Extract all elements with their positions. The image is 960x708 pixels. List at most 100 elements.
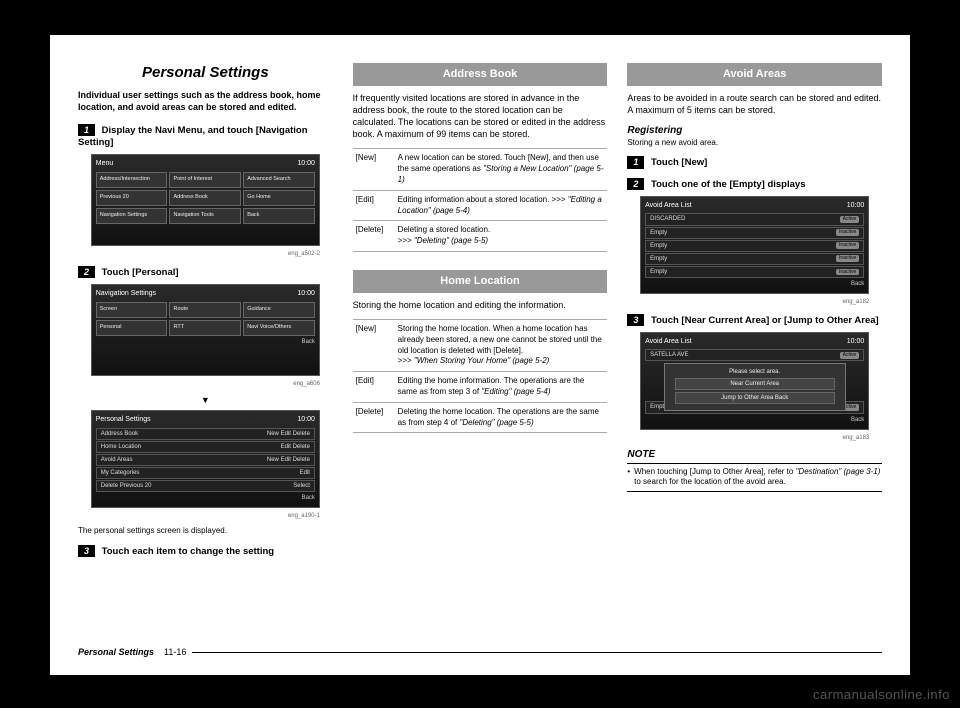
manual-page: Personal Settings Individual user settin…: [50, 35, 910, 675]
table-row: [Delete] Deleting a stored location.>>> …: [353, 221, 608, 252]
list-row: SATELLA AVEActive: [645, 349, 864, 361]
registering-head: Registering: [627, 124, 882, 138]
table-row: [New] A new location can be stored. Touc…: [353, 149, 608, 190]
caption: eng_a606: [78, 380, 320, 388]
page-footer: Personal Settings 11-16: [78, 647, 882, 657]
sh-time: 10:00: [847, 337, 865, 346]
avoid-step-3: 3 Touch [Near Current Area] or [Jump to …: [627, 314, 882, 328]
menu-item[interactable]: Advanced Search: [243, 172, 315, 188]
list-row[interactable]: EmptyInactive: [645, 240, 864, 252]
step-3-text: Touch each item to change the setting: [102, 546, 274, 557]
footer-rule: [192, 652, 882, 653]
step-num-1: 1: [627, 156, 644, 168]
screenshot-avoid-list: Avoid Area List 10:00 DISCARDEDActive Em…: [640, 196, 869, 294]
sh1-time: 10:00: [297, 159, 315, 168]
step-3: 3 Touch each item to change the setting: [78, 545, 333, 559]
back-button[interactable]: Back: [243, 208, 315, 224]
avoid-step2-text: Touch one of the [Empty] displays: [651, 179, 805, 190]
back-button[interactable]: Back: [645, 416, 864, 424]
menu-item[interactable]: Previous 20: [96, 190, 168, 206]
list-row[interactable]: Address BookNew Edit Delete: [96, 428, 315, 440]
def-key: [Delete]: [353, 221, 395, 252]
menu-item[interactable]: Point of Interest: [169, 172, 241, 188]
menu-item[interactable]: Navi Voice/Others: [243, 320, 315, 336]
menu-item[interactable]: Screen: [96, 302, 168, 318]
footer-title: Personal Settings: [78, 647, 154, 657]
back-button[interactable]: Back: [645, 280, 864, 288]
intro-text: Individual user settings such as the add…: [78, 89, 333, 113]
section-address-book: Address Book: [353, 63, 608, 86]
menu-item[interactable]: Personal: [96, 320, 168, 336]
def-key: [Edit]: [353, 372, 395, 403]
popup-head: Please select area.: [729, 369, 780, 375]
def-key: [Delete]: [353, 402, 395, 433]
screenshot-nav-settings: Navigation Settings 10:00 Screen Route G…: [91, 284, 320, 376]
menu-item[interactable]: Address/Intersection: [96, 172, 168, 188]
section-avoid-areas: Avoid Areas: [627, 63, 882, 86]
menu-item[interactable]: Navigation Tools: [169, 208, 241, 224]
def-key: [New]: [353, 149, 395, 190]
note-heading: NOTE: [627, 448, 882, 464]
def-val: Editing information about a stored locat…: [395, 190, 608, 221]
list-row[interactable]: EmptyInactive: [645, 253, 864, 265]
list-row[interactable]: EmptyInactive: [645, 266, 864, 278]
column-1: Personal Settings Individual user settin…: [78, 63, 333, 623]
step-2-text: Touch [Personal]: [102, 267, 179, 278]
list-row[interactable]: Avoid AreasNew Edit Delete: [96, 454, 315, 466]
sh-title: Avoid Area List: [645, 337, 692, 346]
back-button[interactable]: Back: [96, 494, 315, 502]
watermark: carmanualsonline.info: [813, 687, 950, 702]
avoid-areas-body: Areas to be avoided in a route search ca…: [627, 92, 882, 116]
back-button[interactable]: Back: [96, 338, 315, 346]
list-row[interactable]: Delete Previous 20Select: [96, 480, 315, 492]
menu-item[interactable]: Route: [169, 302, 241, 318]
arrow-down-icon: ▼: [78, 394, 333, 406]
columns: Personal Settings Individual user settin…: [78, 63, 882, 623]
screenshot-navi-menu: Menu 10:00 Address/Intersection Point of…: [91, 154, 320, 246]
list-row[interactable]: My CategoriesEdit: [96, 467, 315, 479]
menu-item[interactable]: Guidance: [243, 302, 315, 318]
note-body: When touching [Jump to Other Area], refe…: [627, 464, 882, 493]
column-3: Avoid Areas Areas to be avoided in a rou…: [627, 63, 882, 623]
avoid-step-1: 1 Touch [New]: [627, 156, 882, 170]
step-num-3: 3: [78, 545, 95, 557]
avoid-step1-text: Touch [New]: [651, 157, 707, 168]
screenshot-note: The personal settings screen is displaye…: [78, 526, 333, 537]
table-row: [Edit] Editing the home information. The…: [353, 372, 608, 403]
popup-option[interactable]: Near Current Area: [675, 378, 835, 390]
table-row: [New] Storing the home location. When a …: [353, 319, 608, 371]
popup-option[interactable]: Jump to Other Area Back: [675, 392, 835, 404]
def-val: Storing the home location. When a home l…: [395, 319, 608, 371]
address-book-table: [New] A new location can be stored. Touc…: [353, 148, 608, 252]
sh3-time: 10:00: [297, 415, 315, 424]
caption: eng_a190-1: [78, 512, 320, 520]
step-1-text: Display the Navi Menu, and touch [Naviga…: [78, 125, 308, 149]
menu-item[interactable]: Go Home: [243, 190, 315, 206]
caption: eng_a182: [627, 298, 869, 306]
address-book-body: If frequently visited locations are stor…: [353, 92, 608, 141]
step-num-2: 2: [627, 178, 644, 190]
def-key: [New]: [353, 319, 395, 371]
sh-title: Avoid Area List: [645, 201, 692, 210]
table-row: [Delete] Deleting the home location. The…: [353, 402, 608, 433]
def-val: Editing the home information. The operat…: [395, 372, 608, 403]
list-row[interactable]: EmptyInactive: [645, 227, 864, 239]
step-num-2: 2: [78, 266, 95, 278]
table-row: [Edit] Editing information about a store…: [353, 190, 608, 221]
home-location-table: [New] Storing the home location. When a …: [353, 319, 608, 433]
caption: eng_a183: [627, 434, 869, 442]
def-val: A new location can be stored. Touch [New…: [395, 149, 608, 190]
sh2-time: 10:00: [297, 289, 315, 298]
menu-item[interactable]: RTT: [169, 320, 241, 336]
menu-item[interactable]: Address Book: [169, 190, 241, 206]
def-key: [Edit]: [353, 190, 395, 221]
menu-item[interactable]: Navigation Settings: [96, 208, 168, 224]
sh3-title: Personal Settings: [96, 415, 151, 424]
column-2: Address Book If frequently visited locat…: [353, 63, 608, 623]
def-val: Deleting a stored location.>>> "Deleting…: [395, 221, 608, 252]
home-location-body: Storing the home location and editing th…: [353, 299, 608, 311]
list-row[interactable]: DISCARDEDActive: [645, 213, 864, 225]
screenshot-avoid-popup: Avoid Area List 10:00 SATELLA AVEActive …: [640, 332, 869, 430]
popup: Please select area. Near Current Area Ju…: [664, 363, 846, 411]
list-row[interactable]: Home LocationEdit Delete: [96, 441, 315, 453]
